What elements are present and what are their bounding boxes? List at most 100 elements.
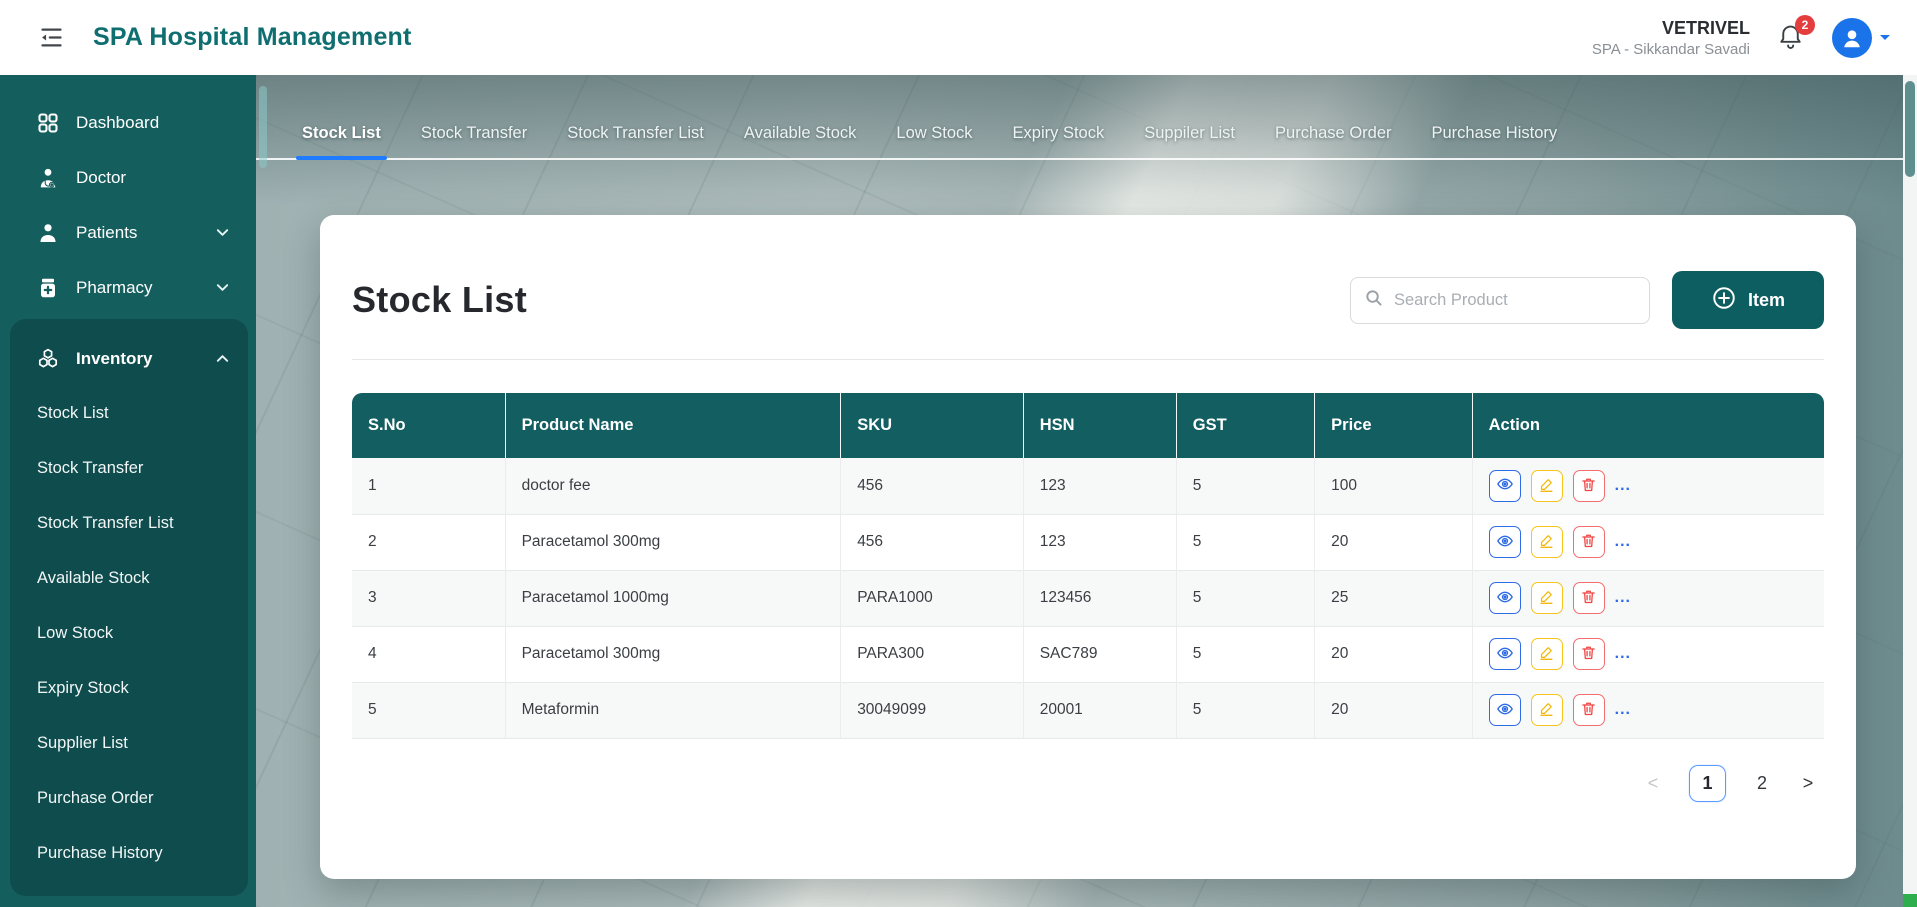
column-header-gst: GST [1176,393,1314,458]
tab-stock-transfer-list[interactable]: Stock Transfer List [567,124,704,145]
cell-sno: 4 [352,626,505,682]
table-row: 2Paracetamol 300mg456123520... [352,514,1824,570]
cell-price: 100 [1315,458,1473,514]
table-row: 5Metaformin3004909920001520... [352,682,1824,738]
column-header-hsn: HSN [1023,393,1176,458]
column-header-s-no: S.No [352,393,505,458]
delete-row-button[interactable] [1573,582,1605,614]
row-more-actions[interactable]: ... [1615,589,1631,606]
menu-toggle-icon[interactable] [38,24,65,51]
sidebar-scrollbar-thumb[interactable] [259,86,267,168]
page-scrollbar-thumb[interactable] [1905,81,1915,177]
patients-icon [36,221,60,245]
tab-purchase-order[interactable]: Purchase Order [1275,124,1391,145]
cell-hsn: SAC789 [1023,626,1176,682]
pencil-icon [1538,532,1555,552]
cell-actions: ... [1472,458,1824,514]
sidebar-item-label: Inventory [76,349,153,369]
delete-row-button[interactable] [1573,638,1605,670]
notifications-button[interactable]: 2 [1776,22,1806,54]
bell-icon [1776,38,1805,55]
pencil-icon [1538,476,1555,496]
page-scrollbar[interactable] [1903,75,1917,907]
edit-row-button[interactable] [1531,582,1563,614]
sidebar-item-inventory[interactable]: Inventory [10,331,248,386]
trash-icon [1580,700,1597,720]
tab-stock-transfer[interactable]: Stock Transfer [421,124,527,145]
cell-sno: 1 [352,458,505,514]
sidebar-subitem-stock-transfer[interactable]: Stock Transfer [10,441,248,496]
delete-row-button[interactable] [1573,694,1605,726]
cell-product: Paracetamol 300mg [505,626,841,682]
add-item-button[interactable]: Item [1672,271,1824,329]
eye-icon [1496,588,1514,609]
sidebar-subitem-stock-transfer-list[interactable]: Stock Transfer List [10,496,248,551]
cell-price: 20 [1315,682,1473,738]
tab-expiry-stock[interactable]: Expiry Stock [1013,124,1105,145]
search-product-input[interactable] [1392,290,1636,311]
edit-row-button[interactable] [1531,694,1563,726]
inventory-panel: Inventory Stock ListStock TransferStock … [10,319,248,896]
sidebar-subitem-purchase-history[interactable]: Purchase History [10,826,248,881]
pencil-icon [1538,644,1555,664]
row-more-actions[interactable]: ... [1615,701,1631,718]
pagination-next[interactable]: > [1798,773,1818,794]
cell-sku: 456 [841,458,1024,514]
sidebar-subitem-stock-list[interactable]: Stock List [10,386,248,441]
delete-row-button[interactable] [1573,470,1605,502]
tab-purchase-history[interactable]: Purchase History [1432,124,1558,145]
sidebar-subitem-supplier-list[interactable]: Supplier List [10,716,248,771]
header-right: VETRIVEL SPA - Sikkandar Savadi 2 [1592,18,1891,58]
edit-row-button[interactable] [1531,638,1563,670]
cell-gst: 5 [1176,570,1314,626]
sidebar-item-pharmacy[interactable]: Pharmacy [0,260,256,315]
view-row-button[interactable] [1489,638,1521,670]
table-body: 1doctor fee4561235100...2Paracetamol 300… [352,458,1824,738]
sidebar-subitem-purchase-order[interactable]: Purchase Order [10,771,248,826]
cell-actions: ... [1472,570,1824,626]
cell-price: 20 [1315,626,1473,682]
sidebar-item-dashboard[interactable]: Dashboard [0,95,256,150]
pagination-page-1[interactable]: 1 [1689,765,1726,802]
notification-badge: 2 [1795,15,1815,35]
edit-row-button[interactable] [1531,526,1563,558]
pagination-page-2[interactable]: 2 [1752,773,1772,794]
tab-suppiler-list[interactable]: Suppiler List [1144,124,1235,145]
cell-actions: ... [1472,514,1824,570]
edit-row-button[interactable] [1531,470,1563,502]
column-header-price: Price [1315,393,1473,458]
user-menu-button[interactable] [1832,18,1891,58]
trash-icon [1580,532,1597,552]
search-icon [1364,288,1383,312]
pagination-prev[interactable]: < [1643,773,1663,794]
user-subtitle: SPA - Sikkandar Savadi [1592,41,1750,58]
scrollbar-corner-decor [1903,894,1917,907]
table-row: 3Paracetamol 1000mgPARA1000123456525... [352,570,1824,626]
row-more-actions[interactable]: ... [1615,645,1631,662]
user-info: VETRIVEL SPA - Sikkandar Savadi [1592,18,1750,58]
cell-product: Paracetamol 1000mg [505,570,841,626]
view-row-button[interactable] [1489,694,1521,726]
tab-available-stock[interactable]: Available Stock [744,124,857,145]
eye-icon [1496,475,1514,496]
view-row-button[interactable] [1489,470,1521,502]
cell-sku: 456 [841,514,1024,570]
sidebar-item-doctor[interactable]: Doctor [0,150,256,205]
sidebar-item-patients[interactable]: Patients [0,205,256,260]
sidebar: DashboardDoctorPatientsPharmacy Inventor… [0,75,256,907]
row-more-actions[interactable]: ... [1615,533,1631,550]
view-row-button[interactable] [1489,526,1521,558]
view-row-button[interactable] [1489,582,1521,614]
sidebar-subitem-available-stock[interactable]: Available Stock [10,551,248,606]
sidebar-subitem-low-stock[interactable]: Low Stock [10,606,248,661]
trash-icon [1580,476,1597,496]
delete-row-button[interactable] [1573,526,1605,558]
row-more-actions[interactable]: ... [1615,477,1631,494]
cell-price: 20 [1315,514,1473,570]
sidebar-subitem-expiry-stock[interactable]: Expiry Stock [10,661,248,716]
cell-gst: 5 [1176,458,1314,514]
add-item-label: Item [1748,290,1785,311]
tab-low-stock[interactable]: Low Stock [896,124,972,145]
tab-stock-list[interactable]: Stock List [302,124,381,145]
search-box[interactable] [1350,277,1650,324]
